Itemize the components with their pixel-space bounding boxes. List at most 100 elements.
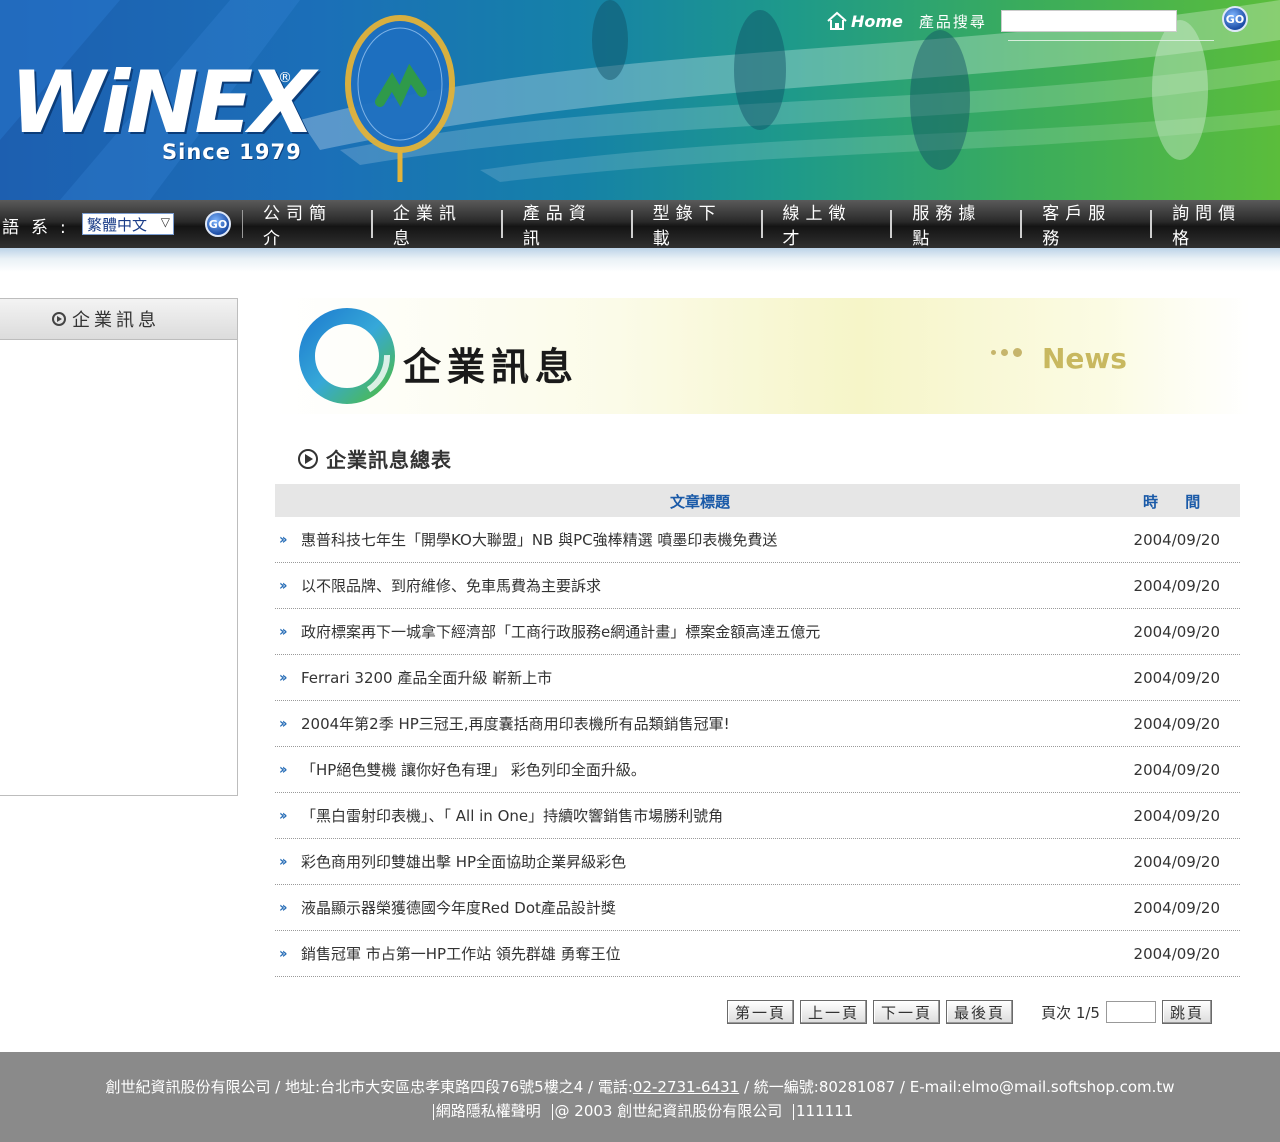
product-search-label: 產品搜尋 — [918, 12, 987, 31]
table-row[interactable]: ›› 「HP絕色雙機 讓你好色有理」 彩色列印全面升級。 2004/09/20 — [275, 747, 1240, 793]
prev-page-button[interactable]: 上一頁 — [800, 1000, 868, 1024]
news-date: 2004/09/20 — [1133, 944, 1220, 963]
circle-play-icon — [298, 448, 318, 469]
page-title-banner: 企業訊息 News — [275, 298, 1250, 414]
double-chevron-icon: ›› — [279, 715, 288, 732]
nav-glow-divider — [0, 248, 1280, 272]
section-heading: 企業訊息總表 — [298, 444, 452, 473]
news-title-link[interactable]: 以不限品牌、到府維修、免車馬費為主要訴求 — [301, 575, 601, 596]
double-chevron-icon: ›› — [279, 899, 288, 916]
last-page-button[interactable]: 最後頁 — [946, 1000, 1014, 1024]
nav-items: 公司簡介 企業訊息 產品資訊 型錄下載 線上徵才 服務據點 客戶服務 詢問價格 — [242, 200, 1280, 249]
news-date: 2004/09/20 — [1133, 806, 1220, 825]
brand-since: Since 1979 — [162, 140, 302, 164]
nav-item-news[interactable]: 企業訊息 — [370, 204, 501, 249]
top-tools: Home 產品搜尋 — [826, 6, 1177, 36]
nav-item-locations[interactable]: 服務據點 — [890, 204, 1020, 249]
double-chevron-icon: ›› — [279, 807, 288, 824]
news-title-link[interactable]: 2004年第2季 HP三冠王,再度囊括商用印表機所有品類銷售冠軍! — [301, 713, 730, 734]
page-title-english: News — [1042, 342, 1127, 375]
double-chevron-icon: ›› — [279, 761, 288, 778]
next-page-button[interactable]: 下一頁 — [873, 1000, 941, 1024]
copyright-text: @ 2003 創世紀資訊股份有限公司 — [554, 1102, 783, 1120]
nav-item-pricing[interactable]: 詢問價格 — [1150, 204, 1280, 249]
news-title-link[interactable]: Ferrari 3200 產品全面升級 嶄新上市 — [301, 667, 552, 688]
news-title-link[interactable]: 液晶顯示器榮獲德國今年度Red Dot產品設計獎 — [301, 897, 616, 918]
home-link[interactable]: Home — [851, 12, 903, 31]
double-chevron-icon: ›› — [279, 669, 288, 686]
sidebar: 企業訊息 — [0, 298, 238, 796]
table-row[interactable]: ›› 彩色商用列印雙雄出擊 HP全面協助企業昇級彩色 2004/09/20 — [275, 839, 1240, 885]
column-header-title: 文章標題 — [669, 493, 730, 511]
search-go-button[interactable]: GO — [1222, 6, 1248, 32]
nav-item-company[interactable]: 公司簡介 — [242, 204, 371, 249]
news-date: 2004/09/20 — [1133, 760, 1220, 779]
racket-logo-graphic — [345, 15, 455, 182]
news-date: 2004/09/20 — [1133, 714, 1220, 733]
chevron-down-icon: ▽ — [160, 215, 170, 229]
news-title-link[interactable]: 「黑白雷射印表機」、「 All in One」持續吹響銷售市場勝利號角 — [301, 805, 723, 826]
header-banner: WiNEX ® Since 1979 Home 產品搜尋 GO — [0, 0, 1280, 200]
news-date: 2004/09/20 — [1133, 622, 1220, 641]
search-underline — [1008, 40, 1214, 41]
page-info: 頁次 1/5 — [1041, 1003, 1100, 1022]
table-header: 文章標題 時 間 — [275, 484, 1240, 517]
table-row[interactable]: ›› 政府標案再下一城拿下經濟部「工商行政服務e網通計畫」標案金額高達五億元 2… — [275, 609, 1240, 655]
news-date: 2004/09/20 — [1133, 530, 1220, 549]
nav-item-catalog[interactable]: 型錄下載 — [630, 204, 761, 249]
pagination: 第一頁 上一頁 下一頁 最後頁 頁次 1/5 跳頁 — [727, 1000, 1218, 1024]
news-title-link[interactable]: 彩色商用列印雙雄出擊 HP全面協助企業昇級彩色 — [301, 851, 626, 872]
table-row[interactable]: ›› Ferrari 3200 產品全面升級 嶄新上市 2004/09/20 — [275, 655, 1240, 701]
language-go-button[interactable]: GO — [205, 211, 231, 237]
page-jump-input[interactable] — [1105, 1001, 1156, 1023]
language-label: 語系: — [2, 218, 78, 238]
home-icon[interactable] — [826, 10, 848, 32]
jump-page-button[interactable]: 跳頁 — [1161, 1000, 1212, 1024]
footer-phone-link[interactable]: 02-2731-6431 — [633, 1078, 739, 1096]
table-row[interactable]: ›› 2004年第2季 HP三冠王,再度囊括商用印表機所有品類銷售冠軍! 200… — [275, 701, 1240, 747]
column-header-time: 時 間 — [1143, 493, 1201, 511]
table-row[interactable]: ›› 惠普科技七年生「開學KO大聯盟」NB 與PC強棒精選 噴墨印表機免費送 2… — [275, 517, 1240, 563]
double-chevron-icon: ›› — [279, 623, 288, 640]
table-row[interactable]: ›› 液晶顯示器榮獲德國今年度Red Dot產品設計獎 2004/09/20 — [275, 885, 1240, 931]
privacy-link[interactable]: 網路隱私權聲明 — [436, 1100, 541, 1121]
double-chevron-icon: ›› — [279, 853, 288, 870]
brand-logo[interactable]: WiNEX — [10, 60, 315, 146]
circle-play-icon — [52, 312, 66, 326]
product-search-input[interactable] — [1000, 10, 1177, 32]
table-row[interactable]: ›› 以不限品牌、到府維修、免車馬費為主要訴求 2004/09/20 — [275, 563, 1240, 609]
news-title-link[interactable]: 「HP絕色雙機 讓你好色有理」 彩色列印全面升級。 — [301, 759, 646, 780]
double-chevron-icon: ›› — [279, 531, 288, 548]
footer-contact: 創世紀資訊股份有限公司 / 地址:台北市大安區忠孝東路四段76號5樓之4 / 電… — [0, 1076, 1280, 1097]
divider — [432, 1103, 434, 1120]
table-row[interactable]: ›› 「黑白雷射印表機」、「 All in One」持續吹響銷售市場勝利號角 2… — [275, 793, 1240, 839]
divider — [551, 1103, 553, 1120]
divider — [793, 1103, 795, 1120]
news-title-link[interactable]: 惠普科技七年生「開學KO大聯盟」NB 與PC強棒精選 噴墨印表機免費送 — [301, 529, 777, 550]
news-title-link[interactable]: 政府標案再下一城拿下經濟部「工商行政服務e網通計畫」標案金額高達五億元 — [301, 621, 820, 642]
news-dots-decoration — [991, 348, 1022, 357]
nav-item-products[interactable]: 產品資訊 — [500, 204, 631, 249]
page-title: 企業訊息 — [403, 345, 580, 389]
double-chevron-icon: ›› — [279, 945, 288, 962]
first-page-button[interactable]: 第一頁 — [727, 1000, 795, 1024]
registered-mark: ® — [278, 70, 292, 86]
sidebar-item-news[interactable]: 企業訊息 — [0, 299, 237, 340]
news-date: 2004/09/20 — [1133, 898, 1220, 917]
news-date: 2004/09/20 — [1133, 852, 1220, 871]
section-heading-label: 企業訊息總表 — [326, 448, 452, 472]
visit-counter: 111111 — [796, 1102, 854, 1120]
nav-item-careers[interactable]: 線上徵才 — [760, 204, 891, 249]
footer: 創世紀資訊股份有限公司 / 地址:台北市大安區忠孝東路四段76號5樓之4 / 電… — [0, 1052, 1280, 1142]
nav-item-support[interactable]: 客戶服務 — [1020, 204, 1150, 249]
sidebar-item-label: 企業訊息 — [72, 310, 160, 331]
ring-logo-icon — [299, 308, 395, 404]
footer-legal: 網路隱私權聲明 @ 2003 創世紀資訊股份有限公司 111111 — [0, 1100, 1280, 1121]
news-date: 2004/09/20 — [1133, 668, 1220, 687]
language-selected: 繁體中文 — [87, 215, 148, 234]
news-title-link[interactable]: 銷售冠軍 市占第一HP工作站 領先群雄 勇奪王位 — [301, 943, 621, 964]
language-select[interactable]: 繁體中文 ▽ — [82, 213, 174, 235]
news-table: 文章標題 時 間 ›› 惠普科技七年生「開學KO大聯盟」NB 與PC強棒精選 噴… — [275, 484, 1240, 977]
table-row[interactable]: ›› 銷售冠軍 市占第一HP工作站 領先群雄 勇奪王位 2004/09/20 — [275, 931, 1240, 977]
double-chevron-icon: ›› — [279, 577, 288, 594]
